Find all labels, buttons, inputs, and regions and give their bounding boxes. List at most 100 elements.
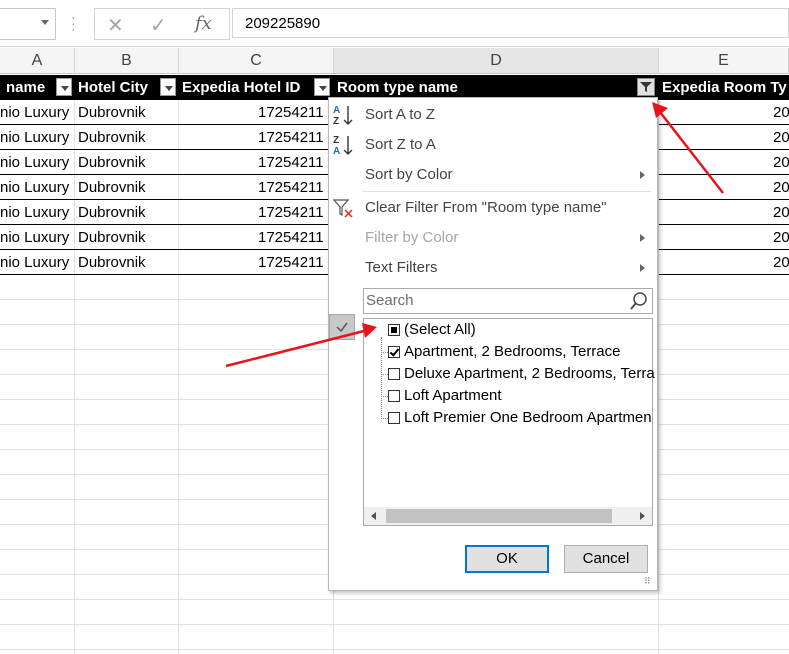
menu-label: Sort Z to A	[365, 136, 436, 153]
clear-filter-icon	[332, 199, 353, 218]
row-border	[659, 249, 789, 250]
list-item-label: Deluxe Apartment, 2 Bedrooms, Terra	[404, 365, 655, 382]
formula-input[interactable]: 209225890	[232, 8, 789, 38]
cell-e[interactable]: 20	[773, 250, 789, 275]
search-icon	[630, 292, 647, 310]
check-icon	[329, 314, 355, 340]
row-border	[0, 249, 334, 250]
chevron-right-icon[interactable]	[640, 512, 645, 520]
cell-b[interactable]: Dubrovnik	[78, 150, 178, 175]
row-border	[659, 274, 789, 275]
cell-b[interactable]: Dubrovnik	[78, 100, 178, 125]
cell-e[interactable]: 20	[773, 125, 789, 150]
formula-bar-grip[interactable]: · · ·	[71, 10, 76, 36]
cell-a[interactable]: nio Luxury	[0, 225, 74, 250]
row-border	[0, 174, 334, 175]
cell-a[interactable]: nio Luxury	[0, 125, 74, 150]
cell-a[interactable]: nio Luxury	[0, 150, 74, 175]
formula-buttons: ✕ ✓ fx	[94, 8, 230, 40]
tree-line	[381, 374, 388, 375]
menu-sort-az[interactable]: A Z Sort A to Z	[329, 101, 657, 129]
column-header-c[interactable]: C	[179, 48, 334, 74]
cell-c[interactable]: 17254211	[258, 100, 328, 125]
row-border	[659, 174, 789, 175]
cell-c[interactable]: 17254211	[258, 175, 328, 200]
svg-text:Z: Z	[333, 116, 339, 127]
checkbox[interactable]	[388, 368, 400, 380]
filter-dropdown-a[interactable]	[56, 78, 72, 96]
row-border	[0, 124, 334, 125]
svg-text:Z: Z	[333, 135, 339, 146]
gridline	[0, 624, 789, 625]
chevron-left-icon[interactable]	[371, 512, 376, 520]
column-header-d[interactable]: D	[334, 48, 659, 74]
name-box[interactable]	[0, 8, 56, 40]
search-input[interactable]: Search	[363, 288, 653, 314]
cell-e[interactable]: 20	[773, 200, 789, 225]
menu-filter-by-color[interactable]: Filter by Color	[329, 224, 657, 252]
menu-sort-by-color[interactable]: Sort by Color	[329, 161, 657, 189]
cell-c[interactable]: 17254211	[258, 225, 328, 250]
cell-c[interactable]: 17254211	[258, 200, 328, 225]
row-border	[0, 149, 334, 150]
close-icon[interactable]: ✕	[107, 13, 124, 38]
filter-dropdown-b[interactable]	[160, 78, 176, 96]
search-placeholder: Search	[366, 292, 414, 309]
cell-a[interactable]: nio Luxury	[0, 250, 74, 275]
cell-a[interactable]: nio Luxury	[0, 200, 74, 225]
scrollbar-thumb[interactable]	[386, 509, 612, 523]
cell-e[interactable]: 20	[773, 175, 789, 200]
cell-c[interactable]: 17254211	[258, 250, 328, 275]
cell-c[interactable]: 17254211	[258, 125, 328, 150]
header-cell-c[interactable]: Expedia Hotel ID	[179, 75, 334, 100]
resize-grip-icon[interactable]: ⠿	[644, 577, 656, 590]
gridline	[0, 599, 789, 600]
list-item-label: Apartment, 2 Bedrooms, Terrace	[404, 343, 621, 360]
column-header-b[interactable]: B	[75, 48, 179, 74]
cell-b[interactable]: Dubrovnik	[78, 225, 178, 250]
list-item-label: Loft Apartment	[404, 387, 502, 404]
cell-b[interactable]: Dubrovnik	[78, 175, 178, 200]
horizontal-scrollbar[interactable]	[364, 507, 652, 525]
chevron-right-icon	[640, 264, 645, 272]
menu-label: Filter by Color	[365, 229, 459, 246]
menu-label: Text Filters	[365, 259, 438, 276]
row-border	[659, 224, 789, 225]
checkbox[interactable]	[388, 346, 400, 358]
row-border	[0, 274, 334, 275]
cell-e[interactable]: 20	[773, 100, 789, 125]
row-border	[659, 149, 789, 150]
list-item-label: (Select All)	[404, 321, 476, 338]
cell-b[interactable]: Dubrovnik	[78, 250, 178, 275]
menu-label: Clear Filter From "Room type name"	[365, 199, 607, 216]
filter-active-icon[interactable]	[637, 78, 655, 96]
cell-b[interactable]: Dubrovnik	[78, 125, 178, 150]
filter-dropdown-c[interactable]	[314, 78, 330, 96]
row-border	[659, 124, 789, 125]
cancel-button[interactable]: Cancel	[564, 545, 648, 573]
chevron-down-icon[interactable]	[41, 20, 49, 25]
menu-clear-filter[interactable]: Clear Filter From "Room type name"	[329, 194, 657, 222]
column-header-a[interactable]: A	[0, 48, 75, 74]
checkbox[interactable]	[388, 324, 400, 336]
gridline	[0, 649, 789, 650]
cell-e[interactable]: 20	[773, 225, 789, 250]
check-icon[interactable]: ✓	[150, 13, 167, 38]
tree-line	[381, 337, 382, 419]
row-border	[0, 224, 334, 225]
cell-a[interactable]: nio Luxury	[0, 175, 74, 200]
filter-values-list: (Select All) Apartment, 2 Bedrooms, Terr…	[363, 318, 655, 526]
menu-text-filters[interactable]: Text Filters	[329, 254, 657, 282]
funnel-icon	[640, 82, 652, 92]
insert-function-button[interactable]: fx	[195, 13, 212, 34]
menu-sort-za[interactable]: Z A Sort Z to A	[329, 131, 657, 159]
column-header-e[interactable]: E	[659, 48, 789, 74]
ok-button[interactable]: OK	[465, 545, 549, 573]
header-cell-e[interactable]: Expedia Room Ty	[659, 75, 789, 100]
checkbox[interactable]	[388, 412, 400, 424]
cell-a[interactable]: nio Luxury	[0, 100, 74, 125]
cell-b[interactable]: Dubrovnik	[78, 200, 178, 225]
cell-c[interactable]: 17254211	[258, 150, 328, 175]
checkbox[interactable]	[388, 390, 400, 402]
cell-e[interactable]: 20	[773, 150, 789, 175]
